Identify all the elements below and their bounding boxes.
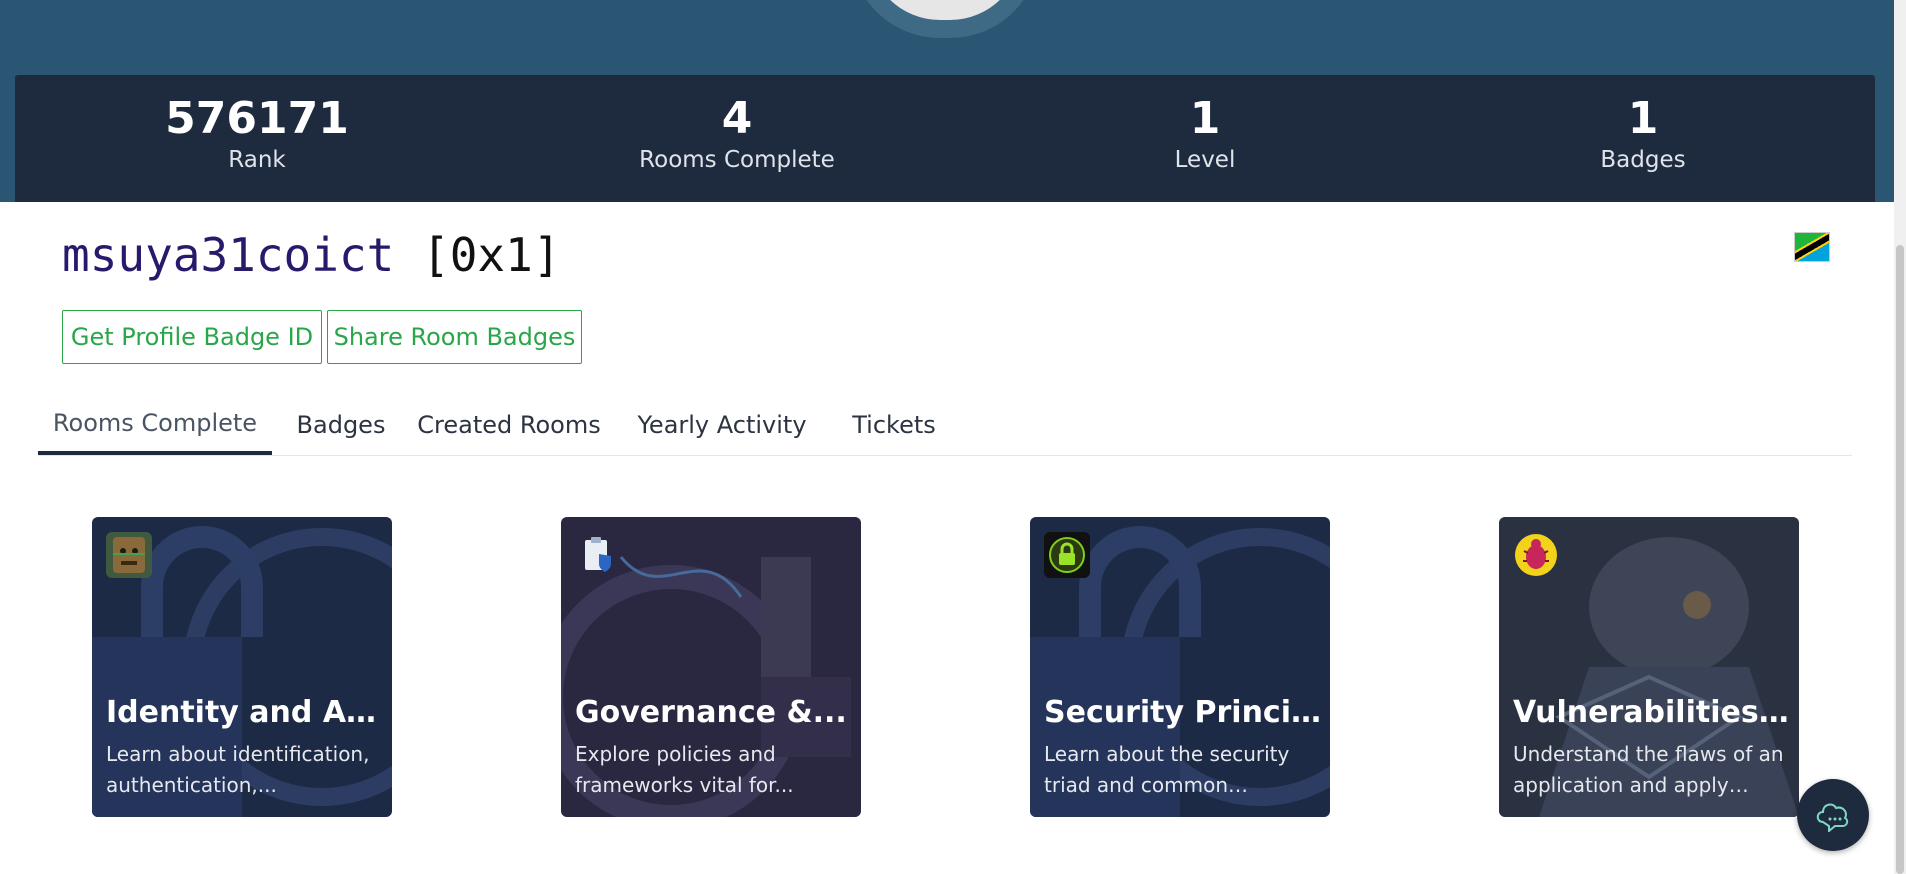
get-profile-badge-id-button[interactable]: Get Profile Badge ID [62, 310, 322, 364]
room-title: Vulnerabilities 101 [1513, 695, 1793, 730]
room-description: Learn about the security triad and commo… [1044, 742, 1290, 797]
stats-bar: 576171 Rank 4 Rooms Complete 1 Level 1 B… [15, 75, 1875, 202]
avatar-image [868, 0, 1022, 20]
stat-value: 576171 [165, 93, 349, 144]
room-card[interactable]: Vulnerabilities 101 Understand the flaws… [1499, 517, 1799, 817]
profile-tabs: Rooms Complete Badges Created Rooms Year… [38, 395, 1852, 456]
tab-tickets[interactable]: Tickets [844, 395, 944, 455]
tab-rooms-complete[interactable]: Rooms Complete [38, 395, 272, 455]
bug-icon [1513, 532, 1559, 578]
stat-value: 1 [1189, 93, 1221, 144]
tab-yearly-activity[interactable]: Yearly Activity [634, 395, 810, 455]
chat-cloud-icon[interactable] [1797, 779, 1869, 851]
padlock-icon [1044, 532, 1090, 578]
stat-label: Rank [228, 147, 286, 174]
stat-rooms-complete: 4 Rooms Complete [587, 93, 887, 174]
room-card[interactable]: Identity and Acce... Learn about identif… [92, 517, 392, 817]
profile-username: msuya31coict [0x1] [62, 228, 561, 282]
room-title: Security Principles [1044, 695, 1324, 730]
tanzania-flag-icon [1794, 232, 1830, 262]
stat-label: Badges [1600, 147, 1686, 174]
stat-label: Rooms Complete [639, 147, 835, 174]
page-scrollbar[interactable] [1894, 0, 1906, 874]
stat-value: 4 [721, 93, 753, 144]
tab-created-rooms[interactable]: Created Rooms [416, 395, 602, 455]
room-description: Learn about identification, authenticati… [106, 742, 370, 797]
username-tag: [0x1] [422, 228, 561, 282]
username-text: msuya31coict [62, 228, 395, 282]
share-room-badges-button[interactable]: Share Room Badges [327, 310, 582, 364]
stat-label: Level [1174, 147, 1236, 174]
room-card[interactable]: Governance &... Explore policies and fra… [561, 517, 861, 817]
tab-badges[interactable]: Badges [286, 395, 396, 455]
room-description: Explore policies and frameworks vital fo… [575, 742, 794, 797]
stat-rank: 576171 Rank [107, 93, 407, 174]
room-description: Understand the flaws of an application a… [1513, 742, 1784, 797]
scrollbar-thumb[interactable] [1896, 245, 1904, 874]
stat-value: 1 [1627, 93, 1659, 144]
stat-level: 1 Level [1055, 93, 1355, 174]
room-title: Identity and Acce... [106, 695, 386, 730]
room-title: Governance &... [575, 695, 847, 730]
room-card[interactable]: Security Principles Learn about the secu… [1030, 517, 1330, 817]
stat-badges: 1 Badges [1493, 93, 1793, 174]
clipboard-shield-icon [575, 532, 621, 578]
identity-face-icon [106, 532, 152, 578]
